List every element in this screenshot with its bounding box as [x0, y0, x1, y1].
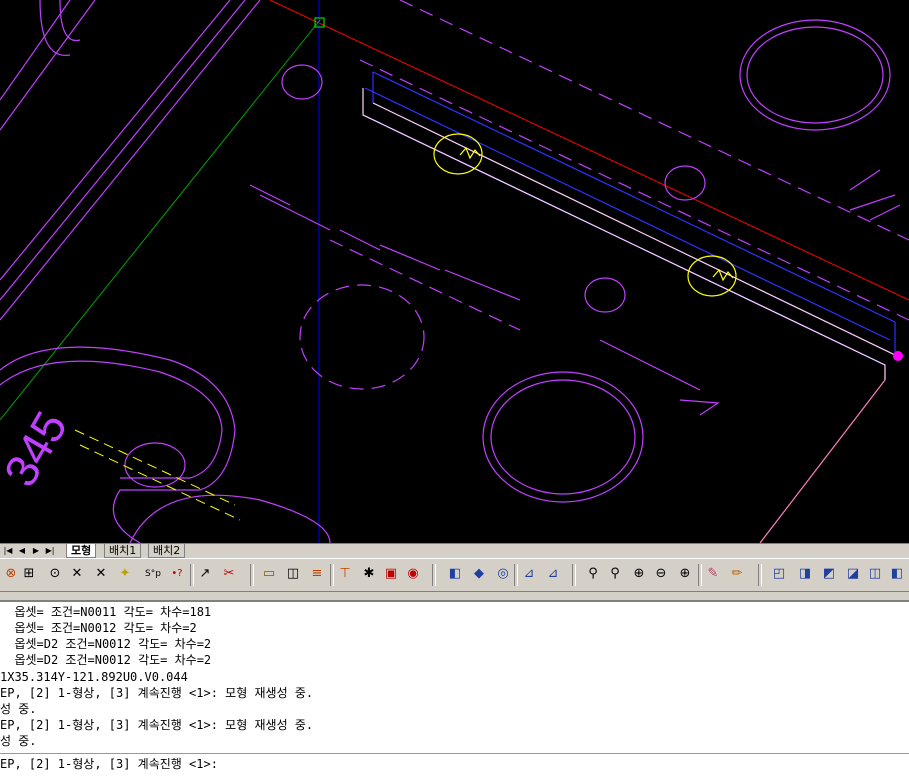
zoom-window-icon[interactable]: ⚲: [606, 565, 624, 583]
zoom-doc-icon[interactable]: ◫: [284, 565, 302, 583]
command-log-line: 옵셋= 조건=N0012 각도= 차수=2: [0, 621, 197, 635]
circle-target-icon[interactable]: ◉: [404, 565, 422, 583]
ucs-icon[interactable]: ⊿: [520, 565, 538, 583]
frame-icon[interactable]: ▣: [382, 565, 400, 583]
blue-bar-3d: [362, 71, 896, 366]
dimension-text: 345: [0, 403, 77, 495]
command-log-line: 성 중.: [0, 734, 37, 748]
toolbar-separator: [432, 564, 436, 586]
command-log-line: EP, [2] 1-형상, [3] 계속진행 <1>: 모형 재생성 중.: [0, 686, 314, 700]
eraser-icon[interactable]: ✎: [704, 565, 722, 583]
dim-linear-icon[interactable]: ⊤: [336, 565, 354, 583]
command-log-line: 성 중.: [0, 702, 37, 716]
torus-icon[interactable]: ◎: [494, 565, 512, 583]
dim-icon[interactable]: ≡: [308, 565, 326, 583]
remove-icon[interactable]: ✂: [220, 565, 238, 583]
view-front-icon[interactable]: ◩: [820, 565, 838, 583]
zoom-realtime-icon[interactable]: ⚲: [584, 565, 602, 583]
drawing-viewport[interactable]: 345: [0, 0, 909, 543]
zoom-extents-icon[interactable]: ⊕: [676, 565, 694, 583]
toolbar: ⊗ ⊞ ⊙ ✕ ✕ ✦ S°p •? ↗ ✂ ▭ ◫ ≡ ⊤ ✱ ▣ ◉ ◧ ◆…: [0, 558, 909, 592]
box-3d-icon[interactable]: ◧: [446, 565, 464, 583]
toolbar-separator: [514, 564, 518, 586]
toolbar-separator: [330, 564, 334, 586]
command-log-line: EP, [2] 1-형상, [3] 계속진행 <1>: 모형 재생성 중.: [0, 718, 314, 732]
grid-icon[interactable]: ⊞: [20, 565, 38, 583]
grip-point-icon[interactable]: [893, 351, 903, 361]
command-log-line: 1X35.314Y-121.892U0.V0.044: [0, 670, 188, 684]
toolbar-separator: [190, 564, 194, 586]
tab-layout2[interactable]: 배치2: [148, 544, 186, 558]
white-bar-edges: [362, 88, 896, 543]
timer-icon[interactable]: ⊙: [46, 565, 64, 583]
command-prompt-text: EP, [2] 1-형상, [3] 계속진행 <1>:: [0, 757, 218, 771]
pencil-icon[interactable]: ✏: [728, 565, 746, 583]
light-icon[interactable]: ✦: [116, 565, 134, 583]
snap-icon[interactable]: ⊗: [2, 565, 20, 583]
dim-aligned-icon[interactable]: ✱: [360, 565, 378, 583]
toolbar-separator: [250, 564, 254, 586]
toolbar-separator: [572, 564, 576, 586]
command-log-line: 옵셋= 조건=N0011 각도= 차수=181: [0, 605, 212, 619]
ucs-move-icon[interactable]: ⊿: [544, 565, 562, 583]
zoom-out-icon[interactable]: ⊖: [652, 565, 670, 583]
toolbar-separator: [698, 564, 702, 586]
cone-3d-icon[interactable]: ◆: [470, 565, 488, 583]
tab-nav-prev[interactable]: ◀: [16, 545, 28, 556]
cad-drawing[interactable]: 345: [0, 0, 909, 543]
z-axis-line: [0, 19, 321, 421]
pick-icon[interactable]: ↗: [196, 565, 214, 583]
cross-icon[interactable]: ✕: [68, 565, 86, 583]
tab-model[interactable]: 모형: [66, 544, 97, 558]
ruler-icon[interactable]: ▭: [260, 565, 278, 583]
command-prompt[interactable]: EP, [2] 1-형상, [3] 계속진행 <1>:: [0, 753, 909, 774]
magenta-outlines: [0, 0, 901, 543]
hidden-lines: [299, 0, 909, 390]
tab-nav-last[interactable]: ▶|: [44, 545, 56, 556]
view-box-icon[interactable]: ◧: [888, 565, 906, 583]
tab-layout1[interactable]: 배치1: [104, 544, 142, 558]
command-log-line: 옵셋=D2 조건=N0012 각도= 차수=2: [0, 653, 212, 667]
help-icon[interactable]: •?: [168, 565, 186, 583]
view-side-icon[interactable]: ◪: [844, 565, 862, 583]
zoom-in-icon[interactable]: ⊕: [630, 565, 648, 583]
command-log-line: 옵셋=D2 조건=N0012 각도= 차수=2: [0, 637, 212, 651]
toolbar-separator: [758, 564, 762, 586]
named-views-icon[interactable]: ◰: [770, 565, 788, 583]
view-iso-icon[interactable]: ◫: [866, 565, 884, 583]
layout-tab-bar: |◀ ◀ ▶ ▶| 모형 배치1 배치2: [0, 543, 909, 558]
tab-nav-first[interactable]: |◀: [2, 545, 14, 556]
sp-icon[interactable]: S°p: [144, 565, 162, 583]
x-axis-line: [269, 0, 909, 301]
command-window[interactable]: 옵셋= 조건=N0011 각도= 차수=181 옵셋= 조건=N0012 각도=…: [0, 600, 909, 776]
cross-icon-2[interactable]: ✕: [92, 565, 110, 583]
tab-nav-next[interactable]: ▶: [30, 545, 42, 556]
view-top-icon[interactable]: ◨: [796, 565, 814, 583]
